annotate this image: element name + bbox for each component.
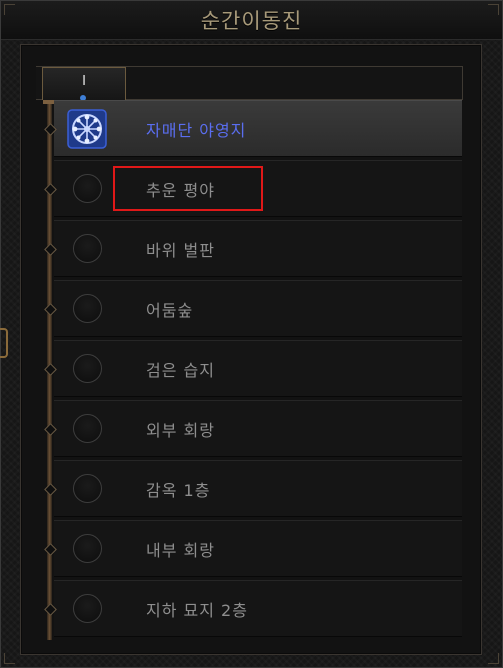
empty-waypoint-icon [73,534,102,563]
waypoint-row-8[interactable]: 지하 묘지 2층 [44,580,462,637]
empty-waypoint-icon [73,174,102,203]
window-title: 순간이동진 [200,9,303,33]
waypoint-row-7[interactable]: 내부 회랑 [44,520,462,577]
empty-waypoint-icon [73,414,102,443]
corner-ornament [488,653,499,664]
corner-ornament [4,653,15,664]
title-bar: 순간이동진 [1,1,502,40]
waypoint-name: 외부 회랑 [146,421,215,440]
hinge-ornament [0,328,8,358]
empty-waypoint-icon [73,354,102,383]
empty-waypoint-icon [73,234,102,263]
corner-ornament [4,4,15,15]
waypoint-row-2[interactable]: 바위 벌판 [44,220,462,277]
empty-waypoint-icon [73,294,102,323]
waypoint-row-6[interactable]: 감옥 1층 [44,460,462,517]
waypoint-name: 자매단 야영지 [146,121,247,140]
waypoint-name: 지하 묘지 2층 [146,601,248,620]
portal-waypoint-icon [67,109,107,149]
waypoint-row-5[interactable]: 외부 회랑 [44,400,462,457]
empty-waypoint-icon [73,474,102,503]
highlight-annotation-box [113,166,263,211]
waypoint-row-0[interactable]: 자매단 야영지 [44,100,462,157]
waypoint-name: 바위 벌판 [146,241,215,260]
waypoint-row-3[interactable]: 어둠숲 [44,280,462,337]
waypoint-row-4[interactable]: 검은 습지 [44,340,462,397]
empty-waypoint-icon [73,594,102,623]
waypoint-name: 어둠숲 [146,301,194,320]
waypoint-name: 감옥 1층 [146,481,211,500]
corner-ornament [488,4,499,15]
waypoint-name: 내부 회랑 [146,541,215,560]
waypoint-name: 검은 습지 [146,361,215,380]
